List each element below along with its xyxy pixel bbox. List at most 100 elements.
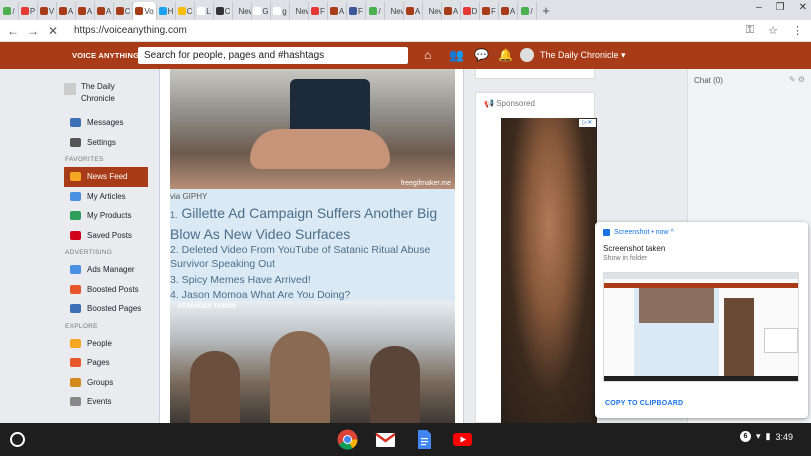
browser-tab[interactable]: Vo [133,2,157,20]
header-user-menu[interactable]: The Daily Chronicle ▾ [520,48,626,62]
forward-icon[interactable]: → [26,24,40,38]
new-tab-button[interactable]: + [537,2,555,20]
chrome-icon[interactable] [337,429,358,450]
browser-tab[interactable]: C [114,2,133,20]
browser-tab[interactable]: A [442,2,461,20]
browser-tab[interactable]: A [76,2,95,20]
tab-favicon-icon [385,7,390,15]
browser-tab[interactable]: P [19,2,38,20]
browser-tab[interactable]: C [214,2,233,20]
ad-choices-icon[interactable]: ▷✕ [579,119,596,127]
browser-tab[interactable]: / [518,2,537,20]
menu-dots-icon[interactable]: ⋮ [792,24,803,37]
ad-image[interactable]: ▷✕ [501,118,597,423]
tab-favicon-icon [20,7,29,15]
sidebar-item-icon [70,118,81,128]
sidebar-item-icon [70,338,81,348]
browser-tab[interactable]: New [385,2,404,20]
headline-link[interactable]: 1. Gillette Ad Campaign Suffers Another … [170,204,455,244]
browser-tab[interactable]: A [95,2,114,20]
section-favorites: FAVORITES [65,156,104,163]
browser-tab[interactable]: V [38,2,57,20]
browser-tab[interactable]: L [195,2,214,20]
stop-icon[interactable]: ✕ [46,24,60,38]
chat-bubbles-icon[interactable]: 💬 [474,48,489,62]
sidebar-item-groups[interactable]: Groups [64,373,148,393]
browser-tab[interactable]: / [366,2,385,20]
people-icon[interactable]: 👥 [449,48,464,62]
sidebar-item-news-feed[interactable]: News Feed [64,167,148,187]
copy-to-clipboard-button[interactable]: COPY TO CLIPBOARD [605,400,683,407]
bell-icon[interactable]: 🔔 [498,48,513,62]
gif-image-crowd[interactable]: STRANGER THINGS [170,301,455,423]
sidebar-item-events[interactable]: Events [64,392,148,412]
sidebar-item-icon [70,137,81,147]
key-icon[interactable]: ⚿ [746,24,754,37]
minimize-icon[interactable]: – [756,2,762,13]
tab-favicon-icon [197,7,206,15]
notification-subtitle[interactable]: Show in folder [603,255,647,262]
tab-favicon-icon [311,7,320,15]
chat-title[interactable]: Chat (0) [694,76,723,85]
sidebar-item-my-articles[interactable]: My Articles [64,187,148,207]
sidebar-item-messages[interactable]: Messages [64,113,148,133]
sidebar-item-my-products[interactable]: My Products [64,206,148,226]
screenshot-notification[interactable]: Screenshot • now ^ Screenshot taken Show… [595,222,808,418]
tab-label: C [186,6,193,16]
close-window-icon[interactable]: ✕ [799,2,807,13]
gmail-icon[interactable] [375,429,396,450]
sidebar-item-icon [70,211,81,221]
browser-tab[interactable]: C [176,2,195,20]
sidebar-item-label: News Feed [87,172,128,182]
browser-tab[interactable]: G [252,2,271,20]
sidebar-item-boosted-posts[interactable]: Boosted Posts [64,280,148,300]
sidebar-item-pages[interactable]: Pages [64,353,148,373]
browser-tab[interactable]: F [309,2,328,20]
browser-tab[interactable]: g [271,2,290,20]
status-tray[interactable]: 6 ▾ ▮ 3:49 [740,431,793,442]
browser-tab[interactable]: F [480,2,499,20]
browser-tab[interactable]: H [157,2,176,20]
sidebar-item-settings[interactable]: Settings [64,133,148,153]
launcher-icon[interactable] [10,432,25,447]
browser-tab[interactable]: New [290,2,309,20]
bookmark-star-icon[interactable]: ☆ [768,24,778,37]
tab-label: g [282,6,287,16]
browser-tab[interactable]: A [499,2,518,20]
site-brand[interactable]: VOICE ANYTHING [72,51,139,60]
screenshot-thumbnail[interactable] [603,272,799,382]
sidebar-item-saved-posts[interactable]: Saved Posts [64,226,148,246]
browser-tab[interactable]: A [57,2,76,20]
browser-tab[interactable]: New [423,2,442,20]
notification-header: Screenshot • now ^ [603,229,674,236]
list-item[interactable]: 3. Spicy Memes Have Arrived! [170,273,455,287]
sidebar-item-ads-manager[interactable]: Ads Manager [64,260,148,280]
browser-tab[interactable]: A [328,2,347,20]
search-input[interactable] [138,47,408,64]
docs-icon[interactable] [414,429,435,450]
chat-settings-icon[interactable]: ✎ ⚙ [789,75,805,84]
sidebar-profile[interactable]: The Daily Chronicle [64,81,148,113]
browser-tab[interactable]: A [404,2,423,20]
gif-image-wrestler[interactable]: freegifmaker.me [170,69,455,189]
sidebar-item-boosted-pages[interactable]: Boosted Pages [64,299,148,319]
ad-strip-top [475,69,595,79]
browser-tab[interactable]: D [461,2,480,20]
address-bar[interactable]: https://voiceanything.com [74,25,187,36]
via-giphy[interactable]: via GIPHY [170,192,207,201]
browser-tab[interactable]: F [347,2,366,20]
browser-tab[interactable]: / [0,2,19,20]
list-item[interactable]: 4. Jason Momoa What Are You Doing? [170,288,455,302]
tab-label: A [509,6,516,16]
image-watermark: STRANGER THINGS [178,304,237,310]
list-item[interactable]: 2. Deleted Video From YouTube of Satanic… [170,243,455,271]
browser-tab[interactable]: New [233,2,252,20]
image-figure [190,351,240,423]
sidebar-item-people[interactable]: People [64,334,148,354]
tab-favicon-icon [329,7,338,15]
restore-icon[interactable]: ❐ [776,2,785,13]
youtube-icon[interactable] [452,429,473,450]
notification-app: Screenshot • now ^ [614,229,674,236]
back-icon[interactable]: ← [6,24,20,38]
home-icon[interactable]: ⌂ [424,48,431,62]
